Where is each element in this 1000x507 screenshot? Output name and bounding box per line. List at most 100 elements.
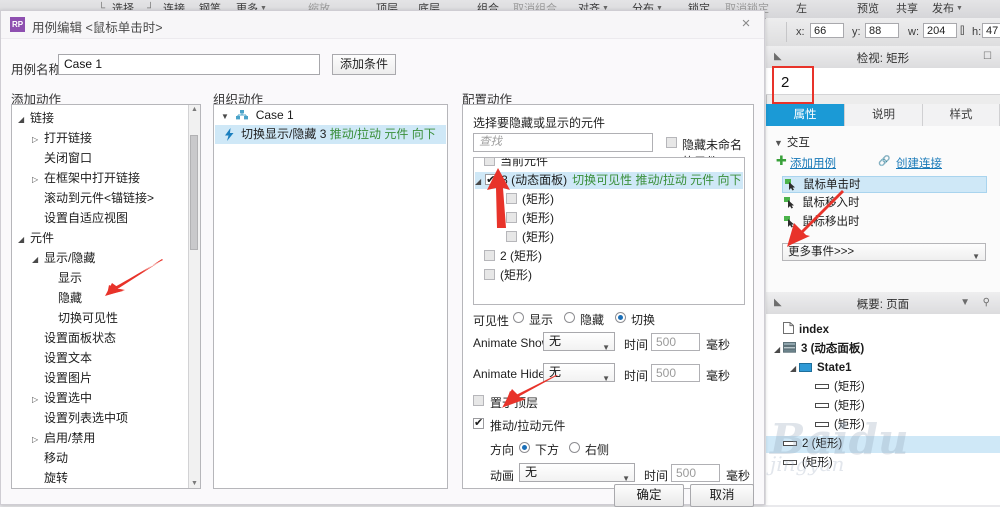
scroll-down-icon[interactable]: ▼ <box>191 480 198 487</box>
action-tree-item[interactable]: 设置列表选中项 <box>32 408 128 428</box>
widget-list-row[interactable]: 当前元件 <box>474 158 548 170</box>
action-tree-item[interactable]: ▷ 启用/禁用 <box>32 428 95 448</box>
action-tree-item[interactable]: ▷ 打开链接 <box>32 128 92 148</box>
widget-row-checkbox[interactable] <box>506 212 517 223</box>
outline-tree-item[interactable]: (矩形) <box>806 398 865 415</box>
search-icon[interactable]: ⚲ <box>983 297 990 308</box>
h-input[interactable]: 47 <box>982 23 1000 38</box>
action-tree-item[interactable]: 关闭窗口 <box>32 148 92 168</box>
expand-triangle-icon[interactable]: ◢ <box>790 360 799 377</box>
outline-tree-item[interactable]: ◢ State1 <box>790 360 852 377</box>
x-input[interactable]: 66 <box>810 23 844 38</box>
action-tree-item[interactable]: 显示 <box>46 268 82 288</box>
toolbar-item-16[interactable]: 发布 ▼ <box>932 2 963 16</box>
animate-show-time-input[interactable]: 500 <box>651 333 700 351</box>
expand-triangle-icon[interactable]: ◢ <box>475 177 481 186</box>
action-tree-item[interactable]: ◢ 链接 <box>18 108 54 128</box>
widget-row-checkbox[interactable] <box>506 231 517 242</box>
tab-properties[interactable]: 属性 <box>766 104 845 126</box>
popout-icon[interactable]: ☐ <box>983 51 992 62</box>
interaction-section-header[interactable]: ▼ 交互 <box>774 134 810 150</box>
anim-time-input[interactable]: 500 <box>671 464 720 482</box>
collapse-triangle-icon[interactable]: ▷ <box>32 390 44 410</box>
close-icon[interactable]: × <box>738 16 754 32</box>
action-tree-item[interactable]: 设置尺寸 <box>32 488 92 489</box>
outline-tree-item[interactable]: (矩形) <box>806 417 865 434</box>
animate-hide-time-input[interactable]: 500 <box>651 364 700 382</box>
expand-triangle-icon[interactable]: ▼ <box>221 107 233 126</box>
event-mouse-click[interactable]: 鼠标单击时 <box>782 176 987 193</box>
visibility-radio-hide[interactable] <box>564 312 575 323</box>
scrollbar-thumb[interactable] <box>190 135 198 250</box>
case-name-input[interactable]: Case 1 <box>58 54 320 75</box>
toolbar-item-15[interactable]: 共享 <box>896 2 918 16</box>
organize-action-row[interactable]: 切换显示/隐藏 3 推动/拉动 元件 向下 <box>215 125 446 144</box>
tab-style[interactable]: 样式 <box>923 104 1000 126</box>
ok-button[interactable]: 确定 <box>614 484 684 507</box>
action-tree-item[interactable]: 滚动到元件<锚链接> <box>32 188 154 208</box>
filter-icon[interactable]: ▼ <box>960 297 970 308</box>
expand-triangle-icon[interactable]: ◢ <box>32 250 44 270</box>
event-mouse-enter[interactable]: 鼠标移入时 <box>782 195 987 212</box>
w-input[interactable]: 204 <box>923 23 957 38</box>
widget-list-row[interactable]: (矩形) <box>474 267 532 284</box>
cancel-button[interactable]: 取消 <box>690 484 754 507</box>
more-events-dropdown[interactable]: 更多事件>>> ▼ <box>782 243 986 261</box>
toolbar-item-13[interactable]: 左 <box>796 2 807 16</box>
expand-triangle-icon[interactable]: ◢ <box>774 341 783 358</box>
organize-action-panel[interactable]: ▼ Case 1 切换显示/隐藏 3 推动/拉动 元件 向下 <box>213 104 448 489</box>
widget-row-checkbox[interactable] <box>484 269 495 280</box>
widget-row-checkbox[interactable] <box>484 158 495 166</box>
action-tree-item[interactable]: 旋转 <box>32 468 68 488</box>
event-mouse-leave[interactable]: 鼠标移出时 <box>782 214 987 231</box>
outline-tree-item[interactable]: (矩形) <box>806 379 865 396</box>
action-tree-item[interactable]: 设置文本 <box>32 348 92 368</box>
visibility-radio-show[interactable] <box>513 312 524 323</box>
outline-tree-item[interactable]: (矩形) <box>774 455 833 472</box>
animate-hide-select[interactable]: 无 ▼ <box>543 363 615 383</box>
visibility-radio-toggle[interactable] <box>615 312 626 323</box>
action-tree-item[interactable]: 设置面板状态 <box>32 328 116 348</box>
outline-tree-item[interactable]: 2 (矩形) <box>774 436 842 453</box>
search-input[interactable]: 查找 <box>473 133 653 152</box>
add-case-link[interactable]: 添加用例 <box>790 155 836 171</box>
expand-triangle-icon[interactable]: ◢ <box>18 110 30 130</box>
collapse-triangle-icon[interactable]: ▷ <box>32 430 44 450</box>
action-tree-item[interactable]: ▷ 设置选中 <box>32 388 92 408</box>
action-tree-item[interactable]: 切换可见性 <box>46 308 118 328</box>
outline-tree-item[interactable]: ◢ 3 (动态面板) <box>774 341 864 358</box>
direction-radio-right[interactable] <box>569 442 580 453</box>
widget-row-checkbox[interactable] <box>484 250 495 261</box>
widget-row-checkbox[interactable] <box>506 193 517 204</box>
anim-select[interactable]: 无 ▼ <box>519 463 635 483</box>
action-tree-item[interactable]: 移动 <box>32 448 68 468</box>
action-tree-scrollbar[interactable]: ▲ ▼ <box>188 105 200 488</box>
organize-case-row[interactable]: ▼ Case 1 <box>215 106 294 125</box>
widget-list-row[interactable]: (矩形) <box>474 210 554 227</box>
collapse-triangle-icon[interactable]: ▷ <box>32 130 44 150</box>
action-tree-item[interactable]: 设置图片 <box>32 368 92 388</box>
action-tree-item[interactable]: 隐藏 <box>46 288 82 308</box>
bring-front-checkbox[interactable] <box>473 395 484 406</box>
widget-list-row[interactable]: (矩形) <box>474 229 554 246</box>
lock-aspect-icon[interactable]: [] <box>960 25 964 36</box>
hide-unnamed-checkbox[interactable] <box>666 137 677 148</box>
tab-notes[interactable]: 说明 <box>845 104 923 126</box>
collapse-triangle-icon[interactable]: ▷ <box>32 170 44 190</box>
toolbar-item-14[interactable]: 预览 <box>857 2 879 16</box>
direction-radio-down[interactable] <box>519 442 530 453</box>
widget-list-row[interactable]: (矩形) <box>474 191 554 208</box>
y-input[interactable]: 88 <box>865 23 899 38</box>
action-tree-item[interactable]: ▷ 在框架中打开链接 <box>32 168 140 188</box>
animate-show-select[interactable]: 无 ▼ <box>543 332 615 352</box>
push-pull-checkbox[interactable] <box>473 416 484 429</box>
outline-tree-item[interactable]: index <box>774 322 829 339</box>
action-tree-item[interactable]: 设置自适应视图 <box>32 208 128 228</box>
add-condition-button[interactable]: 添加条件 <box>332 54 396 75</box>
create-link-link[interactable]: 创建连接 <box>896 155 942 171</box>
action-tree-panel[interactable]: ◢ 链接 ▷ 打开链接 关闭窗口 ▷ 在框架中打开链接 滚动到元件<锚链接> 设置自适应视… <box>11 104 201 489</box>
widget-list[interactable]: 当前元件 ◢ 3 (动态面板) 切换可见性 推动/拉动 元件 向下 (矩形) (矩形) (矩… <box>473 157 745 305</box>
widget-list-row[interactable]: ◢ 3 (动态面板) 切换可见性 推动/拉动 元件 向下 <box>475 172 743 189</box>
action-tree-item[interactable]: ◢ 显示/隐藏 <box>32 248 95 268</box>
widget-list-row[interactable]: 2 (矩形) <box>474 248 542 265</box>
